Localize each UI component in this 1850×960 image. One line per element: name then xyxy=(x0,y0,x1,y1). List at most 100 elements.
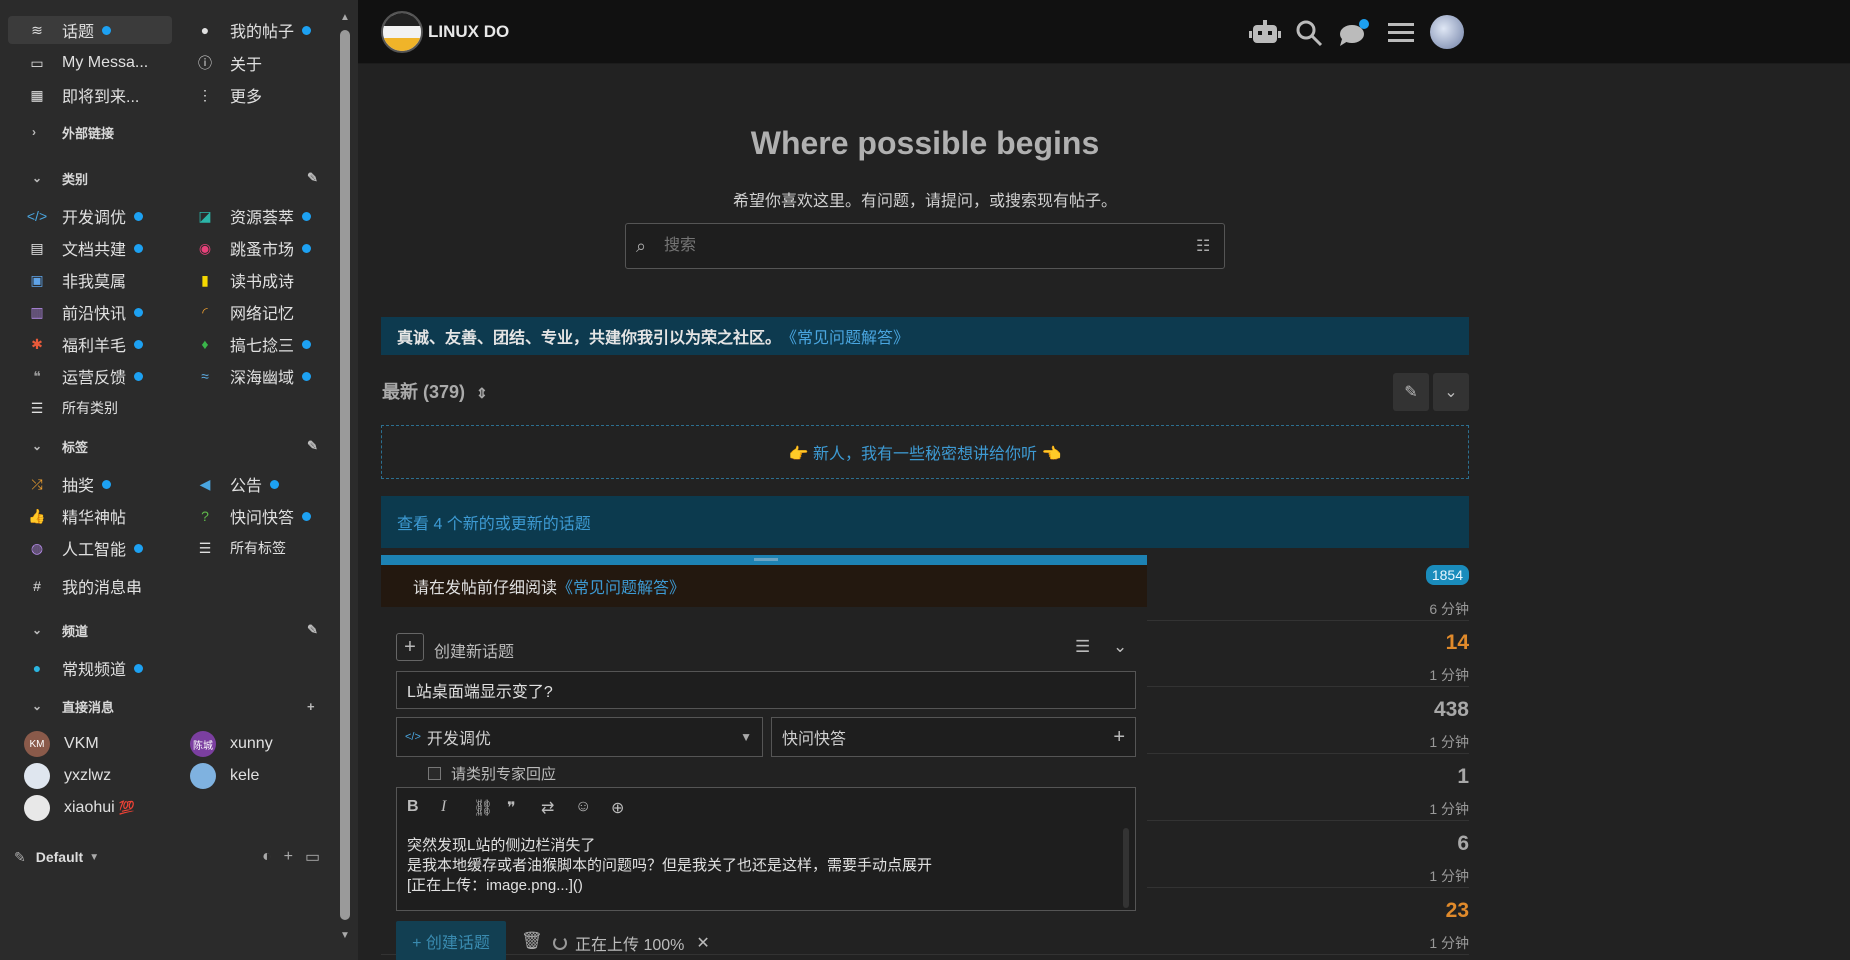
filter-icon[interactable]: ☷ xyxy=(1196,236,1210,256)
link-icon[interactable]: ⛓ xyxy=(473,798,493,818)
sidebar-item-label: 开发调优 xyxy=(62,210,127,227)
dm-item[interactable]: yxzlwz xyxy=(24,762,184,790)
avatar: KM xyxy=(24,731,50,757)
sidebar-item-my-posts[interactable]: ● 我的帖子 xyxy=(196,16,336,44)
hamburger-menu-icon[interactable] xyxy=(1384,16,1418,50)
sidebar-item-tag[interactable]: ⤮ 抽奖 xyxy=(28,470,178,498)
sidebar-item-upcoming[interactable]: ▦ 即将到来... xyxy=(28,81,178,109)
composer-action-toggle[interactable]: + xyxy=(396,633,424,661)
plus-icon[interactable]: + xyxy=(307,699,315,714)
sidebar-item-topics[interactable]: ≋ 话题 xyxy=(8,16,172,44)
sidebar-item-category[interactable]: ♦ 搞七捻三 xyxy=(196,330,336,358)
welcome-banner[interactable]: 👉 新人，我有一些秘密想讲给你听 👈 xyxy=(381,425,1469,479)
scroll-up-icon[interactable]: ▲ xyxy=(338,12,352,23)
faq-link[interactable]: 《常见问题解答》 xyxy=(557,574,685,598)
sidebar-item-all-tags[interactable]: ☰ 所有标签 xyxy=(196,534,336,562)
reply-count: 6 xyxy=(1457,832,1469,855)
trash-icon[interactable]: 🗑 xyxy=(521,931,543,951)
sidebar-item-more[interactable]: ⋮ 更多 xyxy=(196,81,336,109)
dm-item[interactable]: 陈城 xunny xyxy=(190,730,340,758)
robot-icon[interactable] xyxy=(1248,16,1282,50)
pencil-icon[interactable]: ✎ xyxy=(307,438,318,454)
sidebar-item-category[interactable]: ▣ 非我莫属 xyxy=(28,266,178,294)
sidebar-item-category[interactable]: ▥ 前沿快讯 xyxy=(28,298,178,326)
expert-checkbox[interactable] xyxy=(428,767,441,780)
sidebar-item-category[interactable]: ◜ 网络记忆 xyxy=(196,298,336,326)
sidebar-item-category[interactable]: ❝ 运营反馈 xyxy=(28,362,178,390)
sidebar-item-category[interactable]: ▤ 文档共建 xyxy=(28,234,178,262)
new-topics-alert[interactable]: 查看 4 个新的或更新的话题 xyxy=(381,496,1469,548)
dm-name: xiaohui xyxy=(64,799,115,816)
cancel-upload-icon[interactable]: ✕ xyxy=(696,933,709,953)
new-topic-button[interactable]: ✎ xyxy=(1393,373,1429,411)
desktop-icon[interactable]: ▭ xyxy=(305,847,320,867)
sidebar-item-label: 文档共建 xyxy=(62,242,127,259)
quote-icon[interactable]: ❞ xyxy=(507,798,516,818)
section-categories[interactable]: ⌄ 类别 ✎ xyxy=(0,166,330,190)
site-title[interactable]: LINUX DO xyxy=(428,22,509,42)
sidebar-item-category[interactable]: ▮ 读书成诗 xyxy=(196,266,336,294)
theme-selector[interactable]: ✎ Default ▼ xyxy=(14,843,99,871)
faq-link[interactable]: 《常见问题解答》 xyxy=(781,324,909,348)
chat-icon[interactable] xyxy=(1337,16,1371,50)
dm-item[interactable]: xiaohui 💯 xyxy=(24,794,204,822)
pencil-icon[interactable]: ✎ xyxy=(307,622,318,638)
contrast-icon[interactable]: ◐ xyxy=(262,848,272,866)
section-tags[interactable]: ⌄ 标签 ✎ xyxy=(0,434,330,458)
sidebar-item-tag[interactable]: 👍 精华神帖 xyxy=(28,502,178,530)
sidebar-item-category[interactable]: ◪ 资源荟萃 xyxy=(196,202,336,230)
reply-count: 14 xyxy=(1445,631,1469,654)
topic-title-input[interactable]: L站桌面端显示变了? xyxy=(396,671,1136,709)
sidebar-item-tag[interactable]: ? 快问快答 xyxy=(196,502,336,530)
site-logo[interactable] xyxy=(381,11,423,53)
chat-bubble-icon: ● xyxy=(32,660,42,676)
sidebar-item-tag[interactable]: ◍ 人工智能 xyxy=(28,534,178,562)
pencil-icon[interactable]: ✎ xyxy=(307,170,318,186)
sidebar-item-category[interactable]: ◉ 跳蚤市场 xyxy=(196,234,336,262)
bold-icon[interactable]: B xyxy=(407,798,419,816)
add-icon[interactable]: ⊕ xyxy=(611,798,624,818)
italic-icon[interactable]: I xyxy=(441,798,446,816)
user-avatar[interactable] xyxy=(1430,15,1464,49)
sidebar-item-channel[interactable]: ● 常规频道 xyxy=(28,654,228,682)
toggle-toolbar-icon[interactable]: ☰ xyxy=(1075,637,1090,657)
sidebar-item-about[interactable]: ⓘ 关于 xyxy=(196,49,336,77)
sheep-icon: ✱ xyxy=(31,335,43,352)
sidebar-item-label: 关于 xyxy=(230,57,263,74)
unread-dot xyxy=(302,339,312,349)
dm-item[interactable]: KM VKM xyxy=(24,730,184,758)
composer-action-label: 创建新话题 xyxy=(434,644,515,661)
create-topic-button[interactable]: + 创建话题 xyxy=(396,921,506,960)
list-heading[interactable]: 最新 (379) ⇕ xyxy=(382,378,488,404)
search-icon[interactable] xyxy=(1292,16,1326,50)
tag-selector[interactable]: 快问快答 + xyxy=(771,717,1136,757)
sidebar-item-all-categories[interactable]: ☰ 所有类别 xyxy=(28,394,178,422)
sidebar-item-tag[interactable]: ◀ 公告 xyxy=(196,470,336,498)
post-editor[interactable]: B I ⛓ ❞ ⇄ ☺ ⊕ 突然发现L站的侧边栏消失了 是我本地缓存或者油猴脚本… xyxy=(396,787,1136,911)
search-bar[interactable]: ⌕ ☷ xyxy=(625,223,1225,269)
toggle-preview-icon[interactable]: ⇄ xyxy=(541,798,554,818)
expert-checkbox-row[interactable]: 请类别专家回应 xyxy=(428,763,556,784)
dropdown-button[interactable]: ⌄ xyxy=(1433,373,1469,411)
sidebar-item-category[interactable]: </> 开发调优 xyxy=(27,202,178,230)
composer-resize-grip[interactable] xyxy=(754,558,778,561)
sidebar-item-category[interactable]: ✱ 福利羊毛 xyxy=(28,330,178,358)
dm-item[interactable]: kele xyxy=(190,762,340,790)
list-heading-label: 最新 (379) xyxy=(382,382,466,402)
sidebar-item-my-messages[interactable]: ▭ My Messa... xyxy=(28,49,178,77)
collapse-composer-icon[interactable]: ⌄ xyxy=(1113,637,1127,657)
editor-scrollbar[interactable] xyxy=(1123,828,1129,908)
spinner-icon xyxy=(553,936,567,950)
search-input[interactable] xyxy=(664,234,1164,258)
sidebar-item-category[interactable]: ≈ 深海幽域 xyxy=(196,362,336,390)
editor-line: 突然发现L站的侧边栏消失了 xyxy=(407,837,596,854)
section-direct-messages[interactable]: ⌄ 直接消息 + xyxy=(0,694,330,718)
scroll-down-icon[interactable]: ▼ xyxy=(338,930,352,941)
category-selector[interactable]: </> 开发调优 ▼ xyxy=(396,717,763,757)
section-channels[interactable]: ⌄ 频道 ✎ xyxy=(0,618,330,642)
emoji-icon[interactable]: ☺ xyxy=(575,798,591,816)
plus-icon[interactable]: + xyxy=(284,848,293,866)
section-external-links[interactable]: › 外部链接 xyxy=(0,120,330,144)
scrollbar-thumb[interactable] xyxy=(340,30,350,920)
sidebar-item-my-threads[interactable]: # 我的消息串 xyxy=(28,572,228,600)
